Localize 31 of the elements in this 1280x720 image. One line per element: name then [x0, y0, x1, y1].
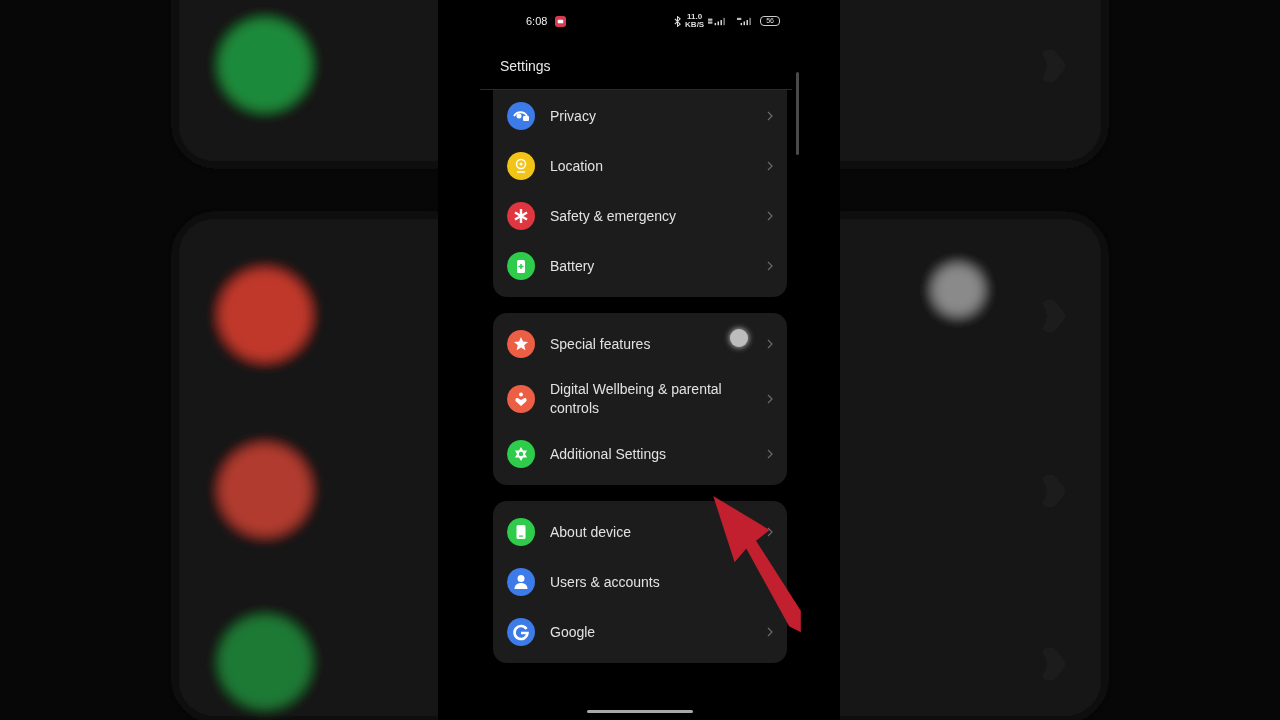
- speed-unit: KB/S: [685, 21, 705, 29]
- item-label: Users & accounts: [550, 572, 660, 592]
- clock-time: 6:08: [526, 15, 548, 27]
- settings-item[interactable]: Location: [493, 141, 787, 191]
- settings-item[interactable]: Additional Settings: [493, 429, 787, 479]
- chevron-icon: [767, 261, 773, 271]
- item-label: Google: [550, 622, 596, 642]
- settings-item[interactable]: Google: [493, 607, 787, 657]
- chevron-icon: [767, 211, 773, 221]
- chevron-icon: [767, 449, 773, 459]
- item-label: Location: [550, 156, 603, 176]
- chevron-icon: [767, 627, 773, 637]
- settings-item[interactable]: Safety & emergency: [493, 191, 787, 241]
- chevron-icon: [767, 339, 773, 349]
- chevron-icon: [767, 161, 773, 171]
- bluetooth-icon: [674, 15, 682, 27]
- chevron-icon: [767, 111, 773, 121]
- item-label: Safety & emergency: [550, 206, 677, 226]
- item-label: Special features: [550, 334, 651, 354]
- item-label: Battery: [550, 256, 595, 276]
- settings-item[interactable]: Privacy: [493, 91, 787, 141]
- item-label: Additional Settings: [550, 444, 666, 464]
- speed-value: 11.0: [687, 13, 703, 21]
- chevron-icon: [767, 394, 773, 404]
- settings-item[interactable]: Battery: [493, 241, 787, 291]
- recording-icon: [555, 15, 567, 27]
- item-label: Privacy: [550, 106, 596, 126]
- page-title: Settings: [500, 57, 551, 74]
- settings-item[interactable]: Digital Wellbeing & parental controls: [493, 369, 787, 429]
- item-label: About device: [550, 522, 631, 542]
- item-label: Digital Wellbeing & parental controls: [550, 380, 723, 418]
